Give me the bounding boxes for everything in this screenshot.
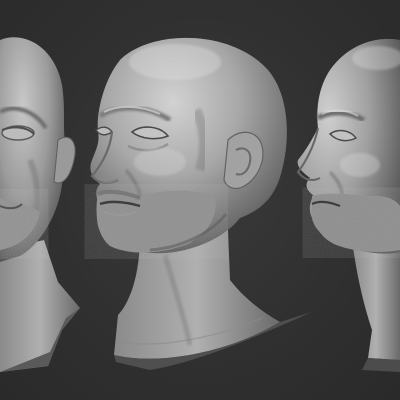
center-head-view: [90, 37, 312, 370]
left-head-view: [0, 37, 80, 372]
right-head-view: [296, 38, 400, 372]
head-sculpts-render: [0, 37, 400, 372]
sculpt-viewport: [0, 0, 400, 400]
